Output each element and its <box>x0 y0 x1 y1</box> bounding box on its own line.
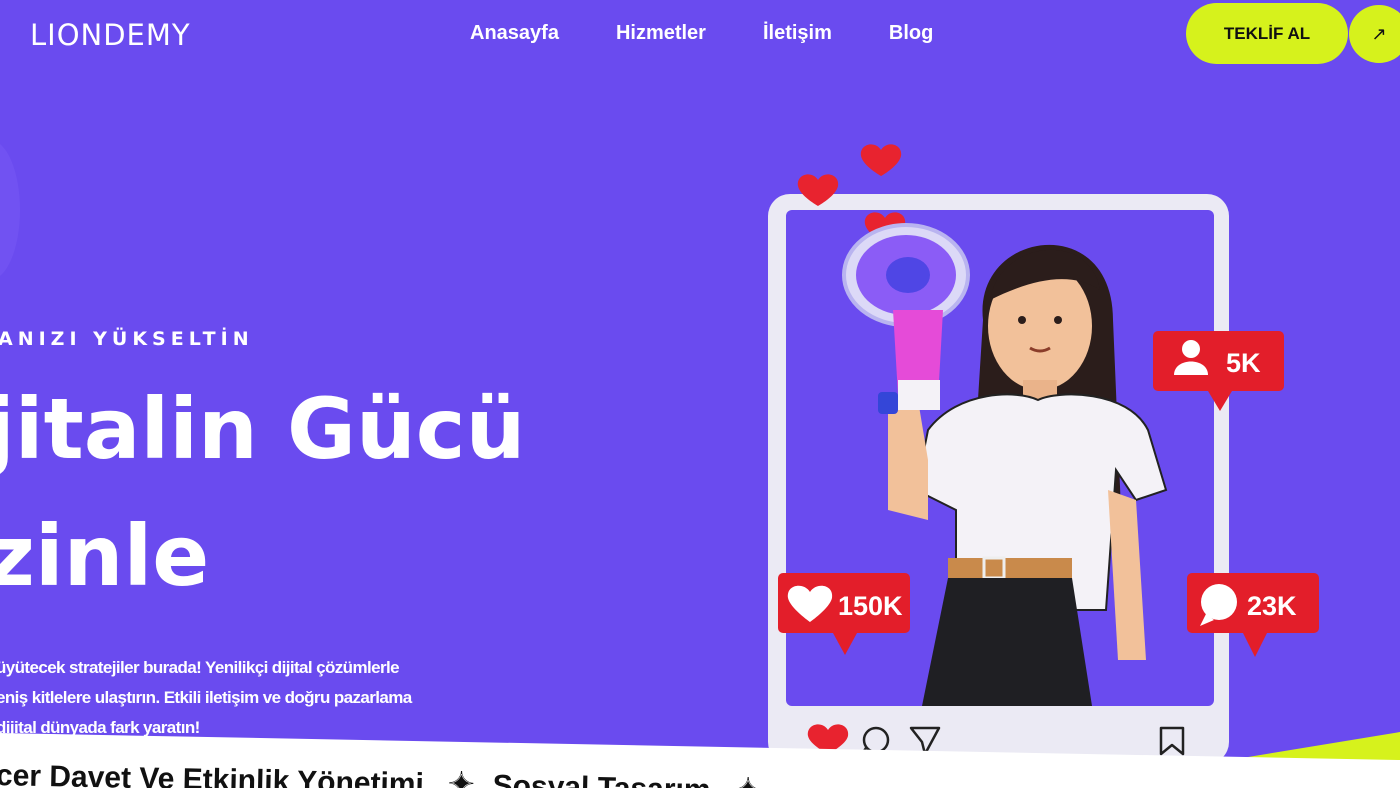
star-icon: ✦ <box>447 765 476 788</box>
marquee-ribbon <box>0 732 1400 788</box>
star-icon: ✦ <box>734 771 762 788</box>
marquee-item: Sosyal Tasarım <box>492 769 711 788</box>
marquee-item: cer Davet Ve Etkinlik Yönetimi <box>0 759 425 788</box>
